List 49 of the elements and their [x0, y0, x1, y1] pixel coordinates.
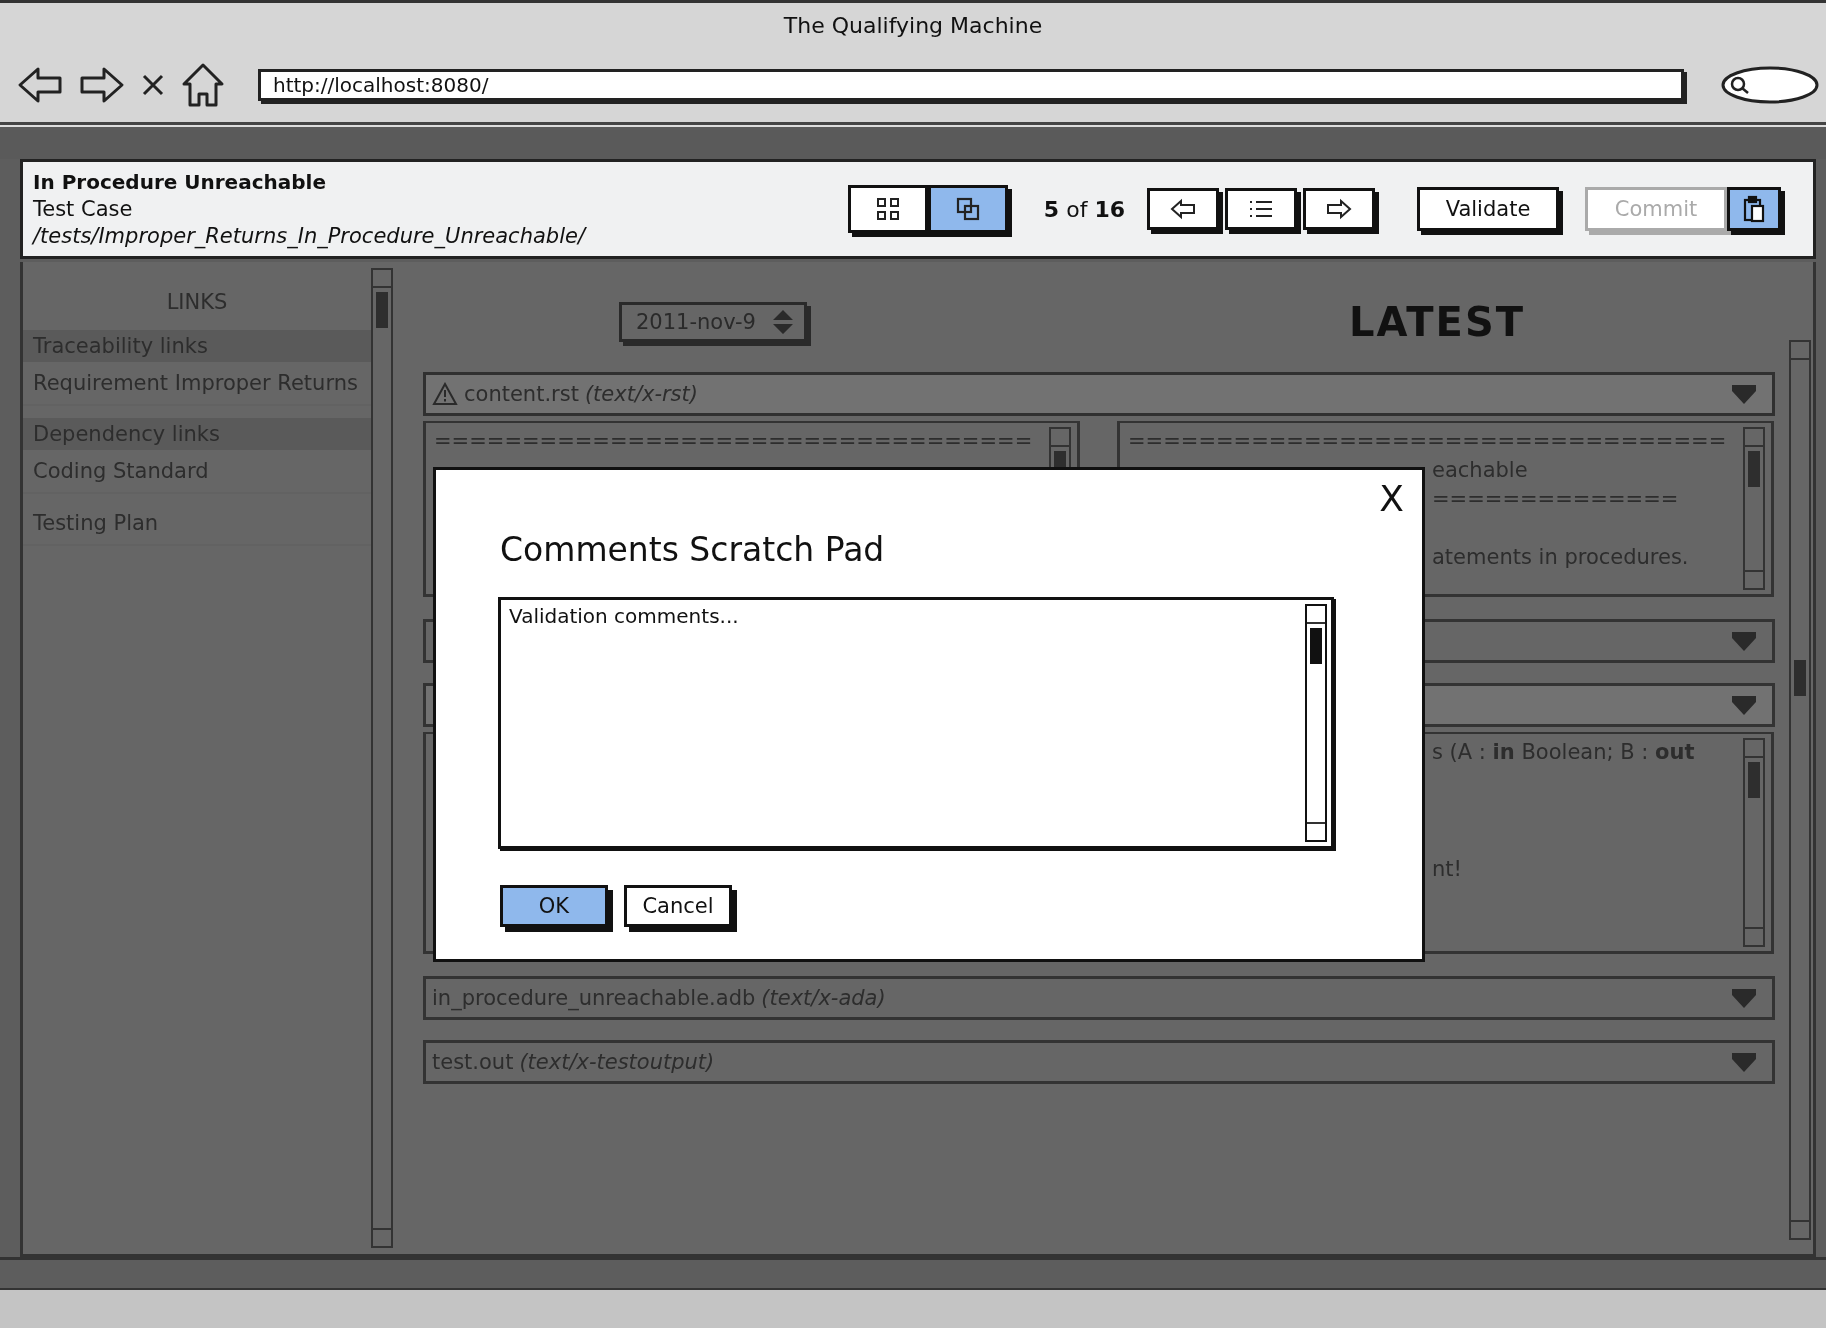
- home-icon[interactable]: [180, 62, 226, 108]
- spinner-arrows-icon: [772, 309, 794, 335]
- forward-arrow-icon[interactable]: [78, 65, 126, 105]
- dropdown-icon[interactable]: [1730, 987, 1758, 1009]
- sidebar-heading: LINKS: [165, 289, 229, 316]
- text-line: ==================================: [1128, 428, 1727, 455]
- scrollbar[interactable]: [1743, 738, 1765, 947]
- comment-field[interactable]: Validation comments...: [498, 597, 1334, 849]
- clipboard-icon: [1742, 195, 1766, 223]
- right-arrow-icon: [1325, 198, 1353, 220]
- column-heading: LATEST: [1347, 299, 1526, 345]
- back-arrow-icon[interactable]: [16, 65, 64, 105]
- text-line: ==================================: [434, 428, 1033, 455]
- text-line: eachable: [1432, 457, 1529, 484]
- dialog-title: Comments Scratch Pad: [500, 530, 885, 569]
- left-arrow-icon: [1169, 198, 1197, 220]
- file-header[interactable]: in_procedure_unreachable.adb (text/x-ada): [423, 976, 1775, 1020]
- search-field-icon[interactable]: [1720, 65, 1820, 105]
- file-type: (text/x-rst): [584, 382, 698, 406]
- test-title: In Procedure Unreachable: [33, 170, 327, 194]
- scrollbar[interactable]: [1789, 340, 1811, 1240]
- test-path: /tests/Improper_Returns_In_Procedure_Unreachable/: [33, 224, 585, 248]
- dropdown-icon[interactable]: [1730, 383, 1758, 405]
- url-field[interactable]: http://localhost:8080/: [258, 69, 1684, 101]
- file-name: content.rst: [464, 382, 579, 406]
- file-type: (text/x-testoutput): [519, 1050, 715, 1074]
- file-name: in_procedure_unreachable.adb: [432, 986, 756, 1010]
- dropdown-icon[interactable]: [1730, 630, 1758, 652]
- text-line: s (A : in Boolean; B : out: [1432, 739, 1695, 766]
- close-button[interactable]: X: [1375, 478, 1408, 519]
- text-line: nt!: [1432, 856, 1463, 883]
- page-counter: 5 of 16: [1043, 196, 1125, 222]
- scrollbar[interactable]: [371, 268, 393, 1248]
- scrollbar[interactable]: [1743, 427, 1765, 590]
- text-line: atements in procedures.: [1432, 544, 1690, 571]
- stop-icon[interactable]: [140, 72, 166, 98]
- window-title: The Qualifying Machine: [783, 13, 1043, 38]
- list-icon: [1247, 198, 1275, 220]
- file-header[interactable]: content.rst (text/x-rst): [423, 372, 1775, 416]
- test-type: Test Case: [33, 197, 134, 221]
- grid-icon: [875, 197, 900, 221]
- text-line: ==============: [1432, 486, 1680, 513]
- dropdown-icon[interactable]: [1730, 1051, 1758, 1073]
- overlapping-squares-icon: [955, 197, 980, 221]
- file-header[interactable]: test.out (text/x-testoutput): [423, 1040, 1775, 1084]
- file-type: (text/x-ada): [761, 986, 886, 1010]
- dropdown-icon[interactable]: [1730, 694, 1758, 716]
- file-name: test.out: [432, 1050, 514, 1074]
- scrollbar[interactable]: [1305, 604, 1327, 842]
